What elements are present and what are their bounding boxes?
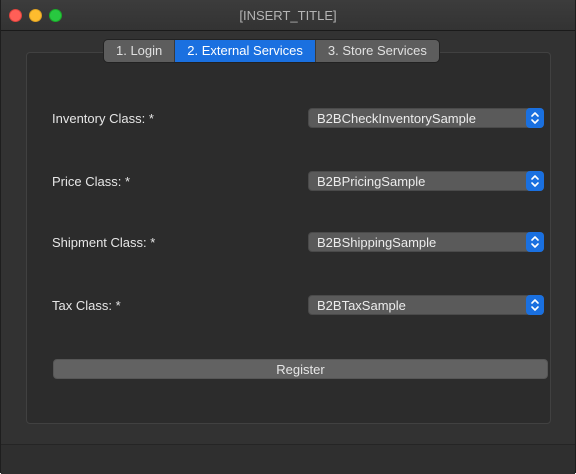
chevron-up-down-icon: [526, 171, 544, 191]
chevron-up-down-icon: [526, 232, 544, 252]
tab-store-services[interactable]: 3. Store Services: [314, 40, 439, 62]
title-bar[interactable]: [INSERT_TITLE]: [1, 0, 575, 31]
tax-class-value: B2BTaxSample: [317, 298, 406, 313]
inventory-class-select[interactable]: B2BCheckInventorySample: [308, 108, 544, 128]
tab-external-services[interactable]: 2. External Services: [174, 40, 315, 62]
tax-class-label: Tax Class: *: [52, 298, 121, 313]
app-window: [INSERT_TITLE] 1. Login 2. External Serv…: [0, 0, 576, 474]
tax-class-select[interactable]: B2BTaxSample: [308, 295, 544, 315]
window-title: [INSERT_TITLE]: [239, 8, 337, 23]
status-bar: [1, 444, 575, 474]
main-content: 1. Login 2. External Services 3. Store S…: [1, 31, 575, 473]
price-class-label: Price Class: *: [52, 174, 131, 189]
price-class-select[interactable]: B2BPricingSample: [308, 171, 544, 191]
register-button[interactable]: Register: [53, 359, 548, 379]
chevron-up-down-icon: [526, 108, 544, 128]
shipment-class-select[interactable]: B2BShippingSample: [308, 232, 544, 252]
inventory-class-value: B2BCheckInventorySample: [317, 111, 476, 126]
price-class-value: B2BPricingSample: [317, 174, 426, 189]
shipment-class-label: Shipment Class: *: [52, 235, 156, 250]
inventory-class-label: Inventory Class: *: [52, 111, 154, 126]
tab-login[interactable]: 1. Login: [104, 40, 175, 62]
chevron-up-down-icon: [526, 295, 544, 315]
shipment-class-value: B2BShippingSample: [317, 235, 437, 250]
tab-bar: 1. Login 2. External Services 3. Store S…: [104, 40, 439, 62]
